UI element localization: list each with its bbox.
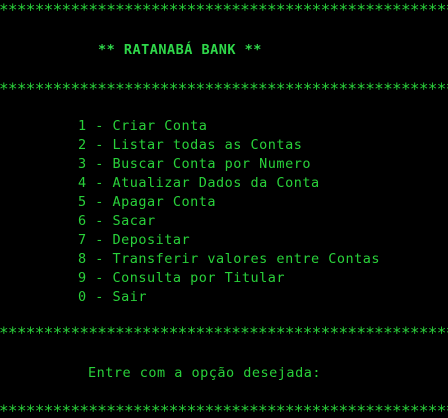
bank-title: ** RATANABÁ BANK ** <box>98 42 262 58</box>
separator-bottom: ****************************************… <box>0 404 448 418</box>
separator-after-title: ****************************************… <box>0 82 448 96</box>
separator-top: ****************************************… <box>0 3 448 17</box>
menu-option-8: 8 - Transferir valores entre Contas <box>78 251 380 267</box>
menu-option-7: 7 - Depositar <box>78 232 191 248</box>
menu-option-6: 6 - Sacar <box>78 213 156 229</box>
menu-option-4: 4 - Atualizar Dados da Conta <box>78 175 320 191</box>
input-prompt[interactable]: Entre com a opção desejada: <box>88 365 321 381</box>
separator-after-menu: ****************************************… <box>0 326 448 340</box>
menu-option-5: 5 - Apagar Conta <box>78 194 217 210</box>
menu-option-3: 3 - Buscar Conta por Numero <box>78 156 311 172</box>
menu-option-9: 9 - Consulta por Titular <box>78 270 286 286</box>
menu-option-0: 0 - Sair <box>78 289 148 305</box>
menu-option-1: 1 - Criar Conta <box>78 118 208 134</box>
menu-option-2: 2 - Listar todas as Contas <box>78 137 303 153</box>
